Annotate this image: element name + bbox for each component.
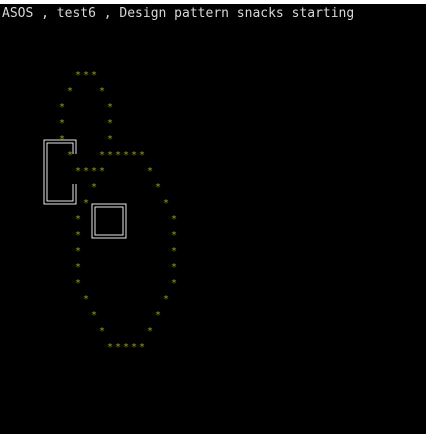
snake-body: * * ** ** ** ** ** * * * * * ** * * * ** ** ** ** ** ** ** ** **… [59, 70, 177, 353]
snake-segment: * [75, 70, 81, 81]
snake-segment: * [91, 70, 97, 81]
snake-segment: * [147, 326, 153, 337]
snake-segment: * [171, 262, 177, 273]
snake-segment: * [75, 262, 81, 273]
snake-segment: * [171, 214, 177, 225]
snake-segment: * [171, 246, 177, 257]
snake-segment: * [75, 230, 81, 241]
snake-segment: * [107, 342, 113, 353]
snake-segment: * [75, 246, 81, 257]
snake-segment: * [115, 342, 121, 353]
snake-segment: * [67, 150, 73, 161]
snake-segment: * [163, 294, 169, 305]
snake-segment: * [99, 326, 105, 337]
snake-segment: * [99, 86, 105, 97]
snake-segment: * [91, 166, 97, 177]
snake-segment: * [67, 86, 73, 97]
snake-segment: * [171, 230, 177, 241]
snake-segment: * [83, 166, 89, 177]
snake-segment: * [75, 166, 81, 177]
snake-segment: * [115, 150, 121, 161]
console-window: ASOS , test6 , Design pattern snacks sta… [0, 4, 426, 434]
snake-segment: * [123, 342, 129, 353]
snake-segment: * [155, 182, 161, 193]
snake-segment: * [107, 150, 113, 161]
snake-segment: * [75, 214, 81, 225]
snake-segment: * [139, 150, 145, 161]
snake-segment: * [163, 198, 169, 209]
snake-segment: * [59, 118, 65, 129]
snake-segment: * [123, 150, 129, 161]
snake-segment: * [91, 310, 97, 321]
snake-segment: * [91, 182, 97, 193]
snake-segment: * [171, 278, 177, 289]
snake-segment: * [75, 278, 81, 289]
snake-segment: * [83, 70, 89, 81]
snake-segment: * [99, 166, 105, 177]
snake-segment: * [139, 342, 145, 353]
snake-segment: * [107, 102, 113, 113]
snake-segment: * [59, 102, 65, 113]
food-box [91, 203, 127, 239]
snake-segment: * [107, 134, 113, 145]
snake-segment: * [107, 118, 113, 129]
snake-segment: * [99, 150, 105, 161]
snake-segment: * [83, 198, 89, 209]
snake-segment: * [131, 150, 137, 161]
snake-segment: * [131, 342, 137, 353]
game-board: * * ** ** ** ** ** * * * * * ** * * * ** ** ** ** ** ** ** ** **… [43, 70, 177, 353]
snake-segment: * [83, 294, 89, 305]
snake-segment: * [155, 310, 161, 321]
snake-segment: * [147, 166, 153, 177]
